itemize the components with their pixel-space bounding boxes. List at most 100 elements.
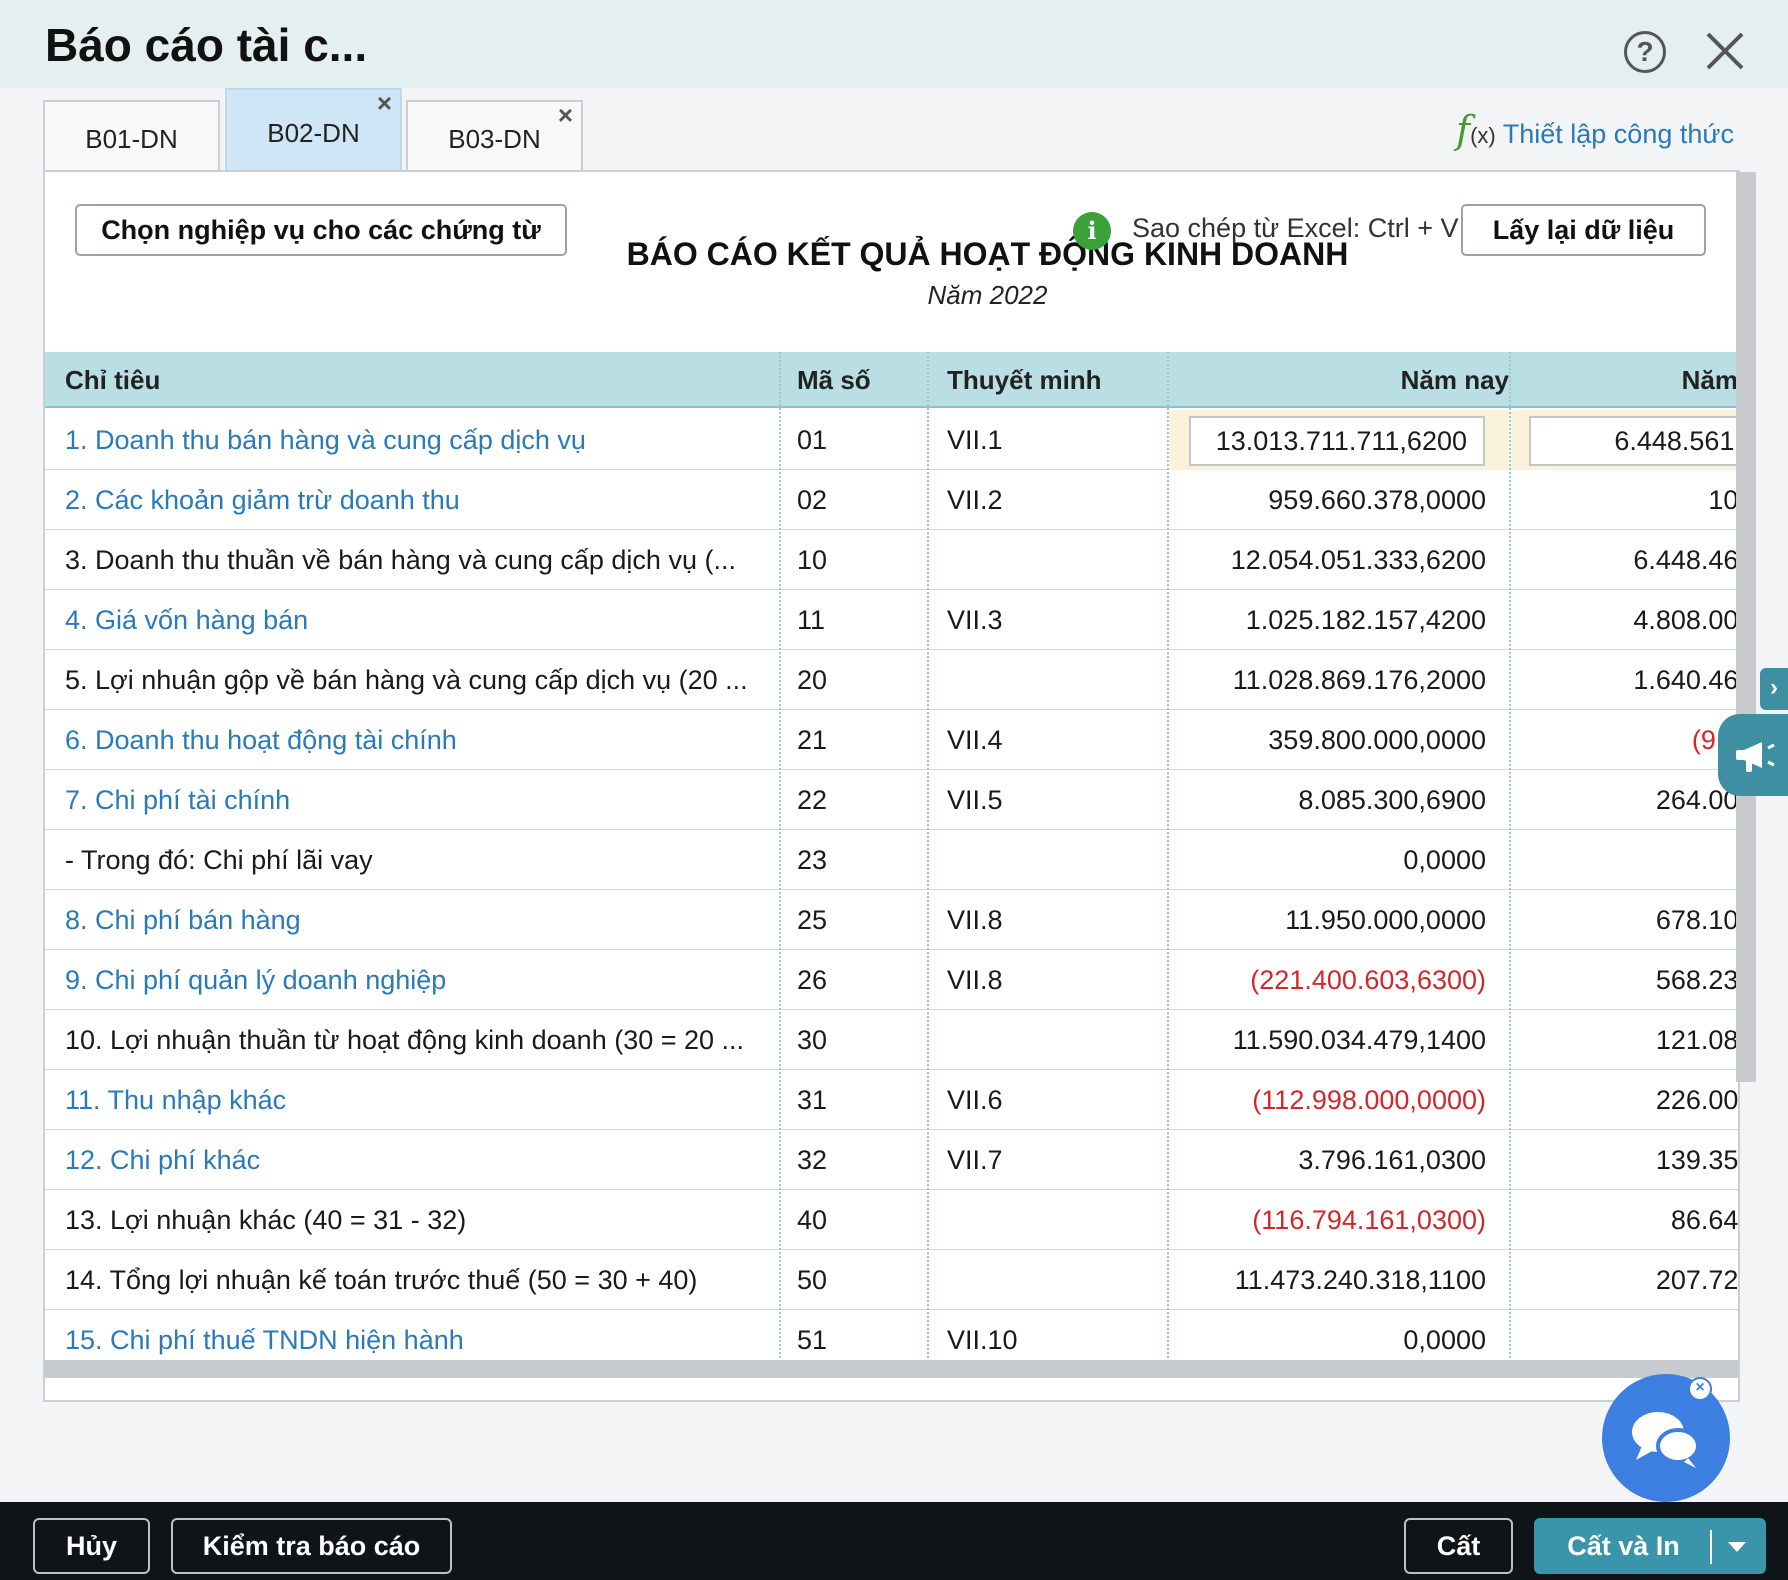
tab-b03-dn[interactable]: B03-DN × (406, 100, 583, 172)
row-current-value[interactable]: 11.950.000,0000 (1169, 890, 1486, 950)
tab-b02-dn[interactable]: B02-DN × (225, 88, 402, 172)
row-code: 32 (797, 1145, 828, 1175)
row-note: VII.8 (947, 965, 1003, 995)
table-row[interactable]: 1. Doanh thu bán hàng và cung cấp dịch v… (45, 410, 1738, 470)
table-row[interactable]: - Trong đó: Chi phí lãi vay 23 0,0000 (45, 830, 1738, 890)
table-row[interactable]: 5. Lợi nhuận gộp về bán hàng và cung cấp… (45, 650, 1738, 710)
row-name[interactable]: 12. Chi phí khác (65, 1130, 785, 1190)
row-previous-value[interactable] (1511, 830, 1738, 890)
check-report-button[interactable]: Kiểm tra báo cáo (171, 1518, 452, 1574)
row-current-value[interactable]: (112.998.000,0000) (1169, 1070, 1486, 1130)
tab-close-icon[interactable]: × (377, 88, 392, 119)
report-dialog: Báo cáo tài c... ? B01-DN B02-DN × B03-D… (0, 0, 1788, 1580)
row-current-value[interactable]: (116.794.161,0300) (1169, 1190, 1486, 1250)
row-current-value[interactable]: 8.085.300,6900 (1169, 770, 1486, 830)
formula-setup-link[interactable]: f(x) Thiết lập công thức (1456, 108, 1734, 152)
row-previous-value[interactable]: 1.640.461.81 (1511, 650, 1738, 710)
row-name: - Trong đó: Chi phí lãi vay (65, 845, 373, 875)
row-note (947, 1250, 1167, 1310)
current-year-input[interactable]: 13.013.711.711,6200 (1189, 416, 1485, 466)
row-name[interactable]: 1. Doanh thu bán hàng và cung cấp dịch v… (65, 410, 785, 470)
column-divider (779, 352, 781, 1378)
table-row[interactable]: 6. Doanh thu hoạt động tài chính 21 VII.4 3… (45, 710, 1738, 770)
row-current-value[interactable]: 959.660.378,0000 (1169, 470, 1486, 530)
row-name[interactable]: 6. Doanh thu hoạt động tài chính (65, 710, 785, 770)
tab-b01-dn[interactable]: B01-DN (43, 100, 220, 172)
row-previous-value[interactable]: 139.354.83 (1511, 1130, 1738, 1190)
row-name[interactable]: 8. Chi phí bán hàng (65, 890, 785, 950)
row-note: VII.8 (947, 905, 1003, 935)
report-panel: Chọn nghiệp vụ cho các chứng từ BÁO CÁO … (43, 170, 1756, 1402)
cancel-button[interactable]: Hủy (33, 1518, 150, 1574)
row-previous-value[interactable]: 86.645.16 (1511, 1190, 1738, 1250)
row-previous-value[interactable]: 100.00 (1511, 470, 1738, 530)
row-previous-value[interactable]: 207.726.12 (1511, 1250, 1738, 1310)
dialog-title: Báo cáo tài c... (45, 19, 368, 71)
row-name[interactable]: 2. Các khoản giảm trừ doanh thu (65, 470, 785, 530)
help-icon[interactable]: ? (1624, 31, 1666, 73)
title-bar: Báo cáo tài c... ? (0, 0, 1788, 88)
table-row[interactable]: 13. Lợi nhuận khác (40 = 31 - 32) 40 (116.… (45, 1190, 1738, 1250)
table-row[interactable]: 7. Chi phí tài chính 22 VII.5 8.085.300,690… (45, 770, 1738, 830)
footer-bar: Hủy Kiểm tra báo cáo Cất Cất và In (0, 1502, 1788, 1580)
row-previous-value[interactable]: 121.080.96 (1511, 1010, 1738, 1070)
save-and-print-button[interactable]: Cất và In (1534, 1518, 1766, 1574)
table-row[interactable]: 12. Chi phí khác 32 VII.7 3.796.161,0300 139… (45, 1130, 1738, 1190)
header-nam-nay[interactable]: Năm nay (1169, 352, 1509, 408)
row-previous-value[interactable]: 6.448.461.81 (1511, 530, 1738, 590)
row-current-value[interactable]: 11.590.034.479,1400 (1169, 1010, 1486, 1070)
row-name[interactable]: 7. Chi phí tài chính (65, 770, 785, 830)
table-row[interactable]: 9. Chi phí quản lý doanh nghiệp 26 VII.8 (2… (45, 950, 1738, 1010)
megaphone-icon[interactable] (1718, 714, 1788, 796)
table-row[interactable]: 8. Chi phí bán hàng 25 VII.8 11.950.000,000… (45, 890, 1738, 950)
side-expand-icon[interactable]: › (1760, 668, 1788, 710)
header-ma-so[interactable]: Mã số (797, 352, 871, 408)
table-row[interactable]: 3. Doanh thu thuần về bán hàng và cung c… (45, 530, 1738, 590)
row-name[interactable]: 11. Thu nhập khác (65, 1070, 785, 1130)
row-name: 5. Lợi nhuận gộp về bán hàng và cung cấp… (65, 665, 748, 695)
row-current-value[interactable]: 0,0000 (1169, 830, 1486, 890)
row-code: 01 (797, 425, 828, 455)
chevron-down-icon[interactable] (1728, 1542, 1746, 1552)
column-divider (1509, 352, 1511, 1378)
row-previous-value[interactable]: 678.100.00 (1511, 890, 1738, 950)
report-year: Năm 2022 (927, 280, 1048, 310)
chat-close-icon[interactable]: × (1688, 1377, 1712, 1401)
paste-hint: Sao chép từ Excel: Ctrl + V (1132, 213, 1459, 243)
vertical-scrollbar[interactable] (1736, 172, 1756, 1082)
previous-year-input[interactable]: 6.448.561.819 (1529, 416, 1738, 466)
row-previous-value[interactable]: 226.000.00 (1511, 1070, 1738, 1130)
row-code: 11 (797, 605, 826, 635)
table-row[interactable]: 11. Thu nhập khác 31 VII.6 (112.998.000,000… (45, 1070, 1738, 1130)
row-current-value[interactable]: 359.800.000,0000 (1169, 710, 1486, 770)
row-previous-value[interactable]: (9.050.0 (1511, 710, 1738, 770)
row-name[interactable]: 9. Chi phí quản lý doanh nghiệp (65, 950, 785, 1010)
close-icon[interactable] (1702, 28, 1748, 74)
header-thuyet-minh[interactable]: Thuyết minh (947, 352, 1102, 408)
row-current-value[interactable]: 11.473.240.318,1100 (1169, 1250, 1486, 1310)
row-note: VII.4 (947, 725, 1003, 755)
row-current-value[interactable]: 3.796.161,0300 (1169, 1130, 1486, 1190)
row-previous-value[interactable]: 264.000.00 (1511, 770, 1738, 830)
row-code: 20 (797, 665, 828, 695)
horizontal-scrollbar[interactable] (45, 1360, 1738, 1378)
row-current-value[interactable]: 12.054.051.333,6200 (1169, 530, 1486, 590)
header-nam-truoc[interactable]: Năm (1511, 352, 1738, 408)
row-previous-value[interactable]: 4.808.000.00 (1511, 590, 1738, 650)
row-current-value[interactable]: (221.400.603,6300) (1169, 950, 1486, 1010)
row-previous-value[interactable]: 568.230.85 (1511, 950, 1738, 1010)
row-current-value[interactable]: 11.028.869.176,2000 (1169, 650, 1486, 710)
row-note: VII.5 (947, 785, 1003, 815)
table-row[interactable]: 14. Tổng lợi nhuận kế toán trước thuế (5… (45, 1250, 1738, 1310)
reload-data-button[interactable]: Lấy lại dữ liệu (1461, 204, 1706, 256)
table-row[interactable]: 10. Lợi nhuận thuần từ hoạt động kinh do… (45, 1010, 1738, 1070)
row-current-value[interactable]: 1.025.182.157,4200 (1169, 590, 1486, 650)
table-row[interactable]: 4. Giá vốn hàng bán 11 VII.3 1.025.182.157,… (45, 590, 1738, 650)
column-divider (927, 352, 929, 1378)
save-button[interactable]: Cất (1404, 1518, 1513, 1574)
table-row[interactable]: 2. Các khoản giảm trừ doanh thu 02 VII.2 95… (45, 470, 1738, 530)
header-chi-tieu[interactable]: Chỉ tiêu (65, 352, 160, 408)
column-divider (1167, 352, 1169, 1378)
row-name[interactable]: 4. Giá vốn hàng bán (65, 590, 785, 650)
tab-close-icon[interactable]: × (558, 100, 573, 131)
